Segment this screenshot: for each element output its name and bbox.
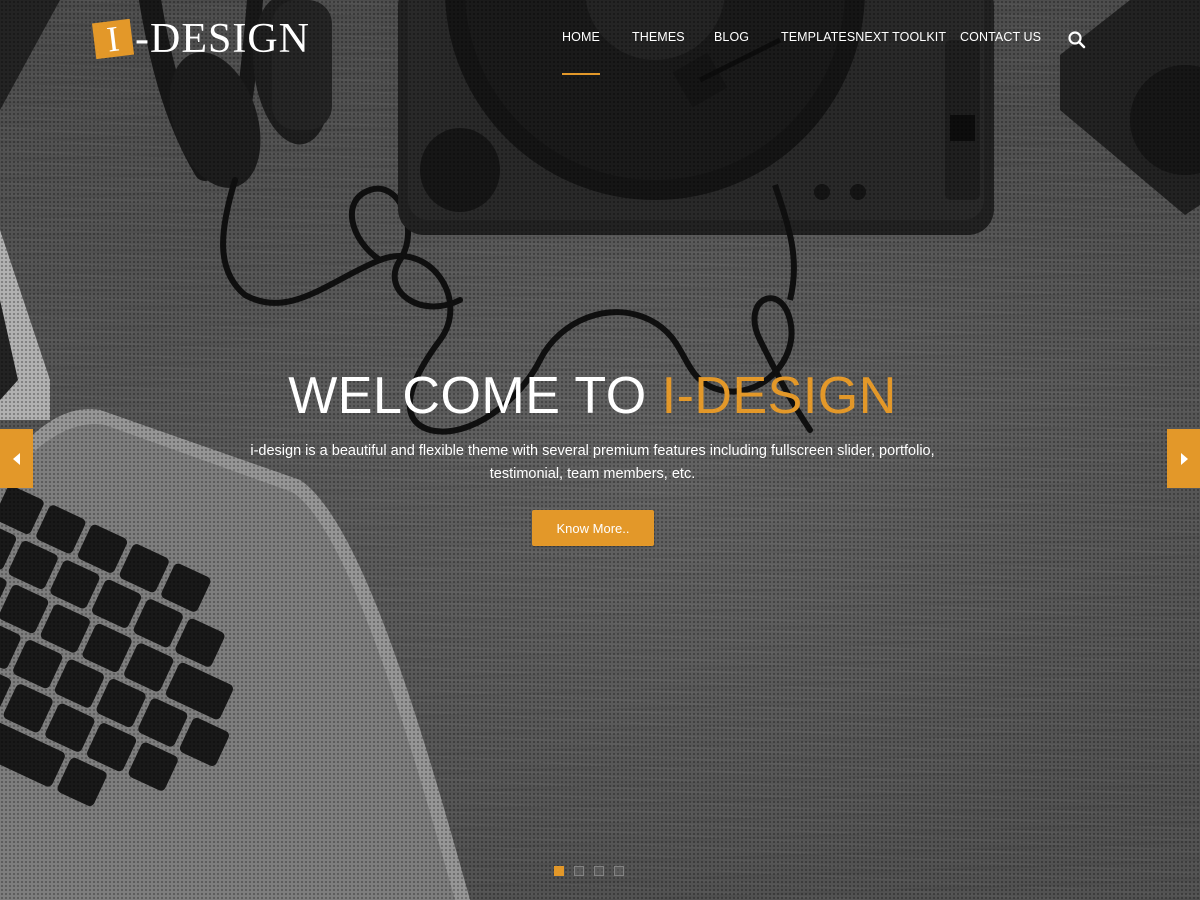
search-icon[interactable] [1067, 30, 1087, 50]
slide-dot-4[interactable] [614, 866, 624, 876]
nav-blog[interactable]: BLOG [714, 30, 749, 44]
slide-dot-2[interactable] [574, 866, 584, 876]
nav-templatesnext-toolkit[interactable]: TEMPLATESNEXT TOOLKIT [781, 30, 946, 44]
know-more-button[interactable]: Know More.. [532, 510, 654, 546]
slider-next-button[interactable] [1167, 429, 1200, 488]
hero-title: WELCOME TO I-DESIGN [0, 366, 1185, 426]
hero-tagline: i-design is a beautiful and flexible the… [250, 443, 935, 482]
hero-title-accent: I-DESIGN [661, 367, 897, 425]
hero-title-plain: WELCOME TO [288, 367, 662, 425]
nav-themes[interactable]: THEMES [632, 30, 685, 44]
slide-dot-1[interactable] [554, 866, 564, 876]
slide-dot-3[interactable] [594, 866, 604, 876]
slider-prev-button[interactable] [0, 429, 33, 488]
nav-home[interactable]: HOME [562, 30, 600, 75]
slider-pagination [554, 866, 624, 878]
caret-right-icon [1180, 452, 1188, 465]
nav-contact-us[interactable]: CONTACT US [960, 30, 1041, 44]
main-nav: HOME THEMES BLOG TEMPLATESNEXT TOOLKIT C… [0, 30, 1200, 75]
site-header: I -DESIGN HOME THEMES BLOG TEMPLATESNEXT… [0, 0, 1200, 80]
caret-left-icon [12, 452, 20, 465]
